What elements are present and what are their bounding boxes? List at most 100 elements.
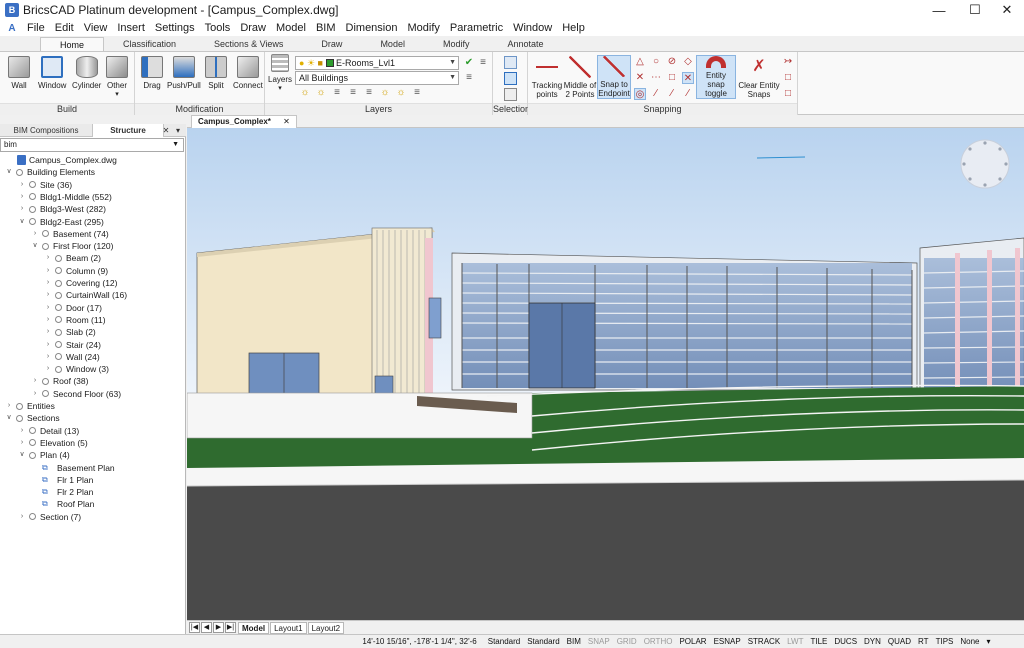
layout-tab-model[interactable]: Model xyxy=(238,621,270,634)
menu-model[interactable]: Model xyxy=(271,20,311,36)
tree-item[interactable]: › Basement (74) xyxy=(30,228,109,240)
connect-button[interactable]: Connect xyxy=(233,56,263,90)
tree-item[interactable]: ∨ Bldg2-East (295) xyxy=(17,216,103,228)
current-layer-dropdown[interactable]: ● ☀ ■ E-Rooms_Lvl1 ▼ xyxy=(295,56,459,70)
split-button[interactable]: Split xyxy=(205,56,227,90)
chevron-down-icon[interactable]: ∨ xyxy=(17,449,27,461)
chevron-right-icon[interactable]: › xyxy=(17,203,27,215)
tree-item[interactable]: ∨ Building Elements xyxy=(4,166,95,178)
tree-item[interactable]: Campus_Complex.dwg xyxy=(4,154,117,166)
lasso-icon[interactable] xyxy=(504,88,517,101)
snap-extension-icon[interactable]: ⋯ xyxy=(650,72,662,84)
chevron-right-icon[interactable]: › xyxy=(17,191,27,203)
tab-modify[interactable]: Modify xyxy=(424,37,489,51)
tab-model[interactable]: Model xyxy=(361,37,424,51)
chevron-down-icon[interactable]: ∨ xyxy=(30,240,40,252)
menu-draw[interactable]: Draw xyxy=(235,20,271,36)
tab-classification[interactable]: Classification xyxy=(104,37,195,51)
status-menu-icon[interactable]: ▾ xyxy=(983,636,994,648)
chevron-down-icon[interactable]: ∨ xyxy=(17,216,27,228)
status-toggle[interactable]: RT xyxy=(915,636,933,648)
tab-home[interactable]: Home xyxy=(40,37,105,51)
snap-node-icon[interactable]: ⊘ xyxy=(666,56,678,68)
tree-item[interactable]: ∨ Plan (4) xyxy=(17,449,69,461)
menu-file[interactable]: File xyxy=(22,20,50,36)
chevron-right-icon[interactable]: › xyxy=(4,400,14,412)
status-toggle[interactable]: Standard xyxy=(484,636,523,648)
model-viewport[interactable] xyxy=(187,128,1024,620)
snap-to-endpoint-button[interactable]: Snap to Endpoint xyxy=(597,55,631,99)
tree-item[interactable]: ⧉ Flr 1 Plan xyxy=(30,474,93,486)
middle-2-points-button[interactable]: Middle of 2 Points xyxy=(563,56,597,99)
layer-merge-icon[interactable]: ≡ xyxy=(347,87,359,99)
menu-help[interactable]: Help xyxy=(557,20,590,36)
tree-item[interactable]: › CurtainWall (16) xyxy=(43,289,127,301)
other-button[interactable]: Other ▾ xyxy=(106,56,128,99)
close-icon[interactable]: ✕ xyxy=(990,0,1024,20)
menu-insert[interactable]: Insert xyxy=(112,20,150,36)
tab-annotate[interactable]: Annotate xyxy=(488,37,562,51)
menu-edit[interactable]: Edit xyxy=(50,20,79,36)
tree-item[interactable]: › Stair (24) xyxy=(43,339,101,351)
tab-sections-views[interactable]: Sections & Views xyxy=(195,37,302,51)
layout-tab-layout1[interactable]: Layout1 xyxy=(270,621,307,634)
layer-filter-dropdown[interactable]: All Buildings ▼ xyxy=(295,71,459,85)
chevron-right-icon[interactable]: › xyxy=(17,511,27,523)
drag-button[interactable]: Drag xyxy=(141,56,163,90)
status-toggle[interactable]: TIPS xyxy=(932,636,957,648)
menu-tools[interactable]: Tools xyxy=(200,20,236,36)
minimize-icon[interactable]: — xyxy=(922,0,956,20)
menu-dimension[interactable]: Dimension xyxy=(341,20,403,36)
tree-item[interactable]: ∨ First Floor (120) xyxy=(30,240,113,252)
previous-layout-icon[interactable]: ◀ xyxy=(201,622,212,633)
navigation-compass-icon[interactable] xyxy=(960,139,1010,189)
tree-item[interactable]: ⧉ Basement Plan xyxy=(30,462,115,474)
menu-view[interactable]: View xyxy=(79,20,113,36)
chevron-right-icon[interactable]: › xyxy=(30,388,40,400)
chevron-right-icon[interactable]: › xyxy=(43,339,53,351)
structure-filter-dropdown[interactable]: bim ▼ xyxy=(0,138,184,152)
snap-nearest-icon[interactable]: ∕ xyxy=(650,88,662,100)
panel-menu-icon[interactable]: ▾ xyxy=(172,124,184,137)
tree-item[interactable]: › Slab (2) xyxy=(43,326,96,338)
chevron-right-icon[interactable]: › xyxy=(30,375,40,387)
snap-intersection-icon[interactable]: ✕ xyxy=(634,72,646,84)
first-layout-icon[interactable]: |◀ xyxy=(189,622,200,633)
snap-insertion-icon[interactable]: □ xyxy=(666,72,678,84)
layer-previous-icon[interactable]: ≡ xyxy=(477,57,489,69)
tree-item[interactable]: › Roof (38) xyxy=(30,375,89,387)
chevron-down-icon[interactable]: ∨ xyxy=(4,166,14,178)
next-layout-icon[interactable]: ▶ xyxy=(213,622,224,633)
snap-polar-icon[interactable]: □ xyxy=(782,88,794,100)
layer-lock-icon[interactable]: ≡ xyxy=(411,87,423,99)
status-toggle[interactable]: BIM xyxy=(563,636,584,648)
status-toggle[interactable]: DYN xyxy=(861,636,885,648)
push-pull-button[interactable]: Push/Pull xyxy=(167,56,201,90)
tab-draw[interactable]: Draw xyxy=(302,37,361,51)
chevron-right-icon[interactable]: › xyxy=(43,314,53,326)
status-toggle[interactable]: STRACK xyxy=(744,636,783,648)
chevron-right-icon[interactable]: › xyxy=(43,326,53,338)
status-toggle[interactable]: TILE xyxy=(807,636,831,648)
tree-item[interactable]: › Wall (24) xyxy=(43,351,100,363)
status-toggle[interactable]: LWT xyxy=(784,636,807,648)
layer-off-icon[interactable]: ☼ xyxy=(299,87,311,99)
tree-item[interactable]: › Second Floor (63) xyxy=(30,388,121,400)
cylinder-button[interactable]: Cylinder xyxy=(72,56,101,90)
chevron-right-icon[interactable]: › xyxy=(43,302,53,314)
layout-tab-layout2[interactable]: Layout2 xyxy=(307,621,345,634)
select-icon[interactable] xyxy=(504,56,517,69)
tree-item[interactable]: › Detail (13) xyxy=(17,425,79,437)
tree-item[interactable]: › Beam (2) xyxy=(43,252,101,264)
snap-parallel-icon[interactable]: ∕ xyxy=(682,88,694,100)
status-toggle[interactable]: ORTHO xyxy=(640,636,676,648)
chevron-right-icon[interactable]: › xyxy=(17,437,27,449)
tree-item[interactable]: › Bldg1-Middle (552) xyxy=(17,191,112,203)
layers-button[interactable]: Layers ▾ xyxy=(268,54,292,93)
layer-thaw-icon[interactable]: ☼ xyxy=(395,87,407,99)
tree-item[interactable]: ∨ Sections xyxy=(4,412,59,424)
tree-item[interactable]: › Elevation (5) xyxy=(17,437,88,449)
tree-item[interactable]: › Window (3) xyxy=(43,363,109,375)
layer-match-icon[interactable]: ≡ xyxy=(363,87,375,99)
menu-modify[interactable]: Modify xyxy=(402,20,444,36)
